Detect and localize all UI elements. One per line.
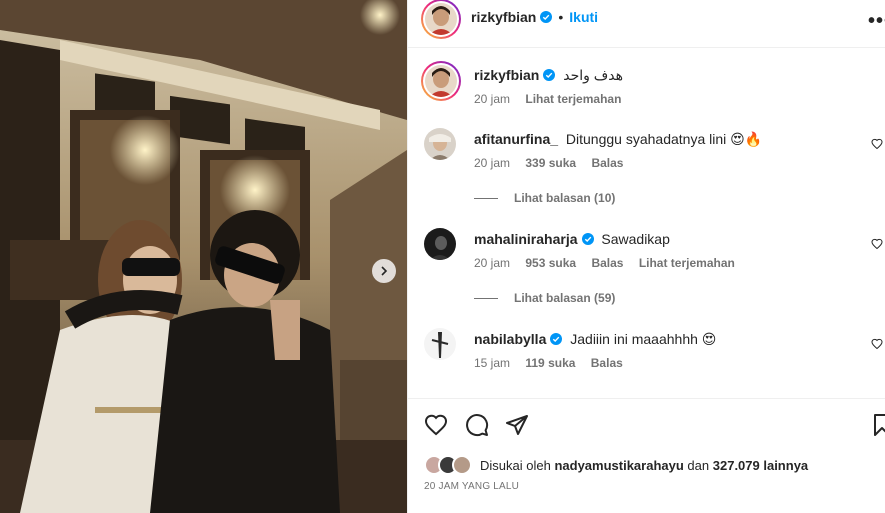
comment-heart-icon[interactable] [871, 138, 883, 150]
separator-dot: • [558, 9, 564, 25]
caption-text: هدف واحد [563, 67, 624, 83]
comment-time[interactable]: 20 jam [474, 156, 510, 170]
comment-time[interactable]: 20 jam [474, 256, 510, 270]
comment-text: Sawadikap [601, 231, 670, 247]
replies-label[interactable]: Lihat balasan (59) [514, 291, 615, 305]
replies-label[interactable]: Lihat balasan (10) [514, 191, 615, 205]
more-horizontal-icon[interactable]: ••• [868, 10, 885, 33]
comment-username[interactable]: nabilabylla [474, 331, 546, 347]
comment-avatar[interactable] [424, 328, 456, 360]
post-time[interactable]: 20 JAM YANG LALU [424, 481, 519, 492]
verified-icon [543, 69, 556, 81]
verified-icon [540, 11, 553, 23]
likes-summary: Disukai oleh nadyamustikarahayu dan 327.… [424, 455, 808, 475]
verified-icon [550, 333, 563, 345]
comment-icon[interactable] [465, 413, 489, 437]
replies-divider [474, 297, 498, 299]
comment-avatar[interactable] [424, 228, 456, 260]
post-photo [0, 0, 407, 513]
reply-button[interactable]: Balas [591, 156, 623, 170]
comment-heart-icon[interactable] [871, 238, 883, 250]
comment-likes[interactable]: 953 suka [525, 256, 576, 270]
post-header: rizkyfbian • Ikuti ••• [408, 0, 885, 48]
comment-time[interactable]: 15 jam [474, 356, 510, 370]
verified-icon [581, 233, 594, 245]
view-replies-button[interactable]: Lihat balasan (59) [474, 291, 615, 305]
comment-emoji: 😍🔥 [730, 132, 763, 148]
comment-emoji: 😍 [701, 332, 717, 348]
likes-user-link[interactable]: nadyamustikarahayu [554, 458, 683, 473]
comment-translate-link[interactable]: Lihat terjemahan [639, 256, 735, 270]
likes-prefix: Disukai oleh [480, 457, 551, 473]
caption-time[interactable]: 20 jam [474, 92, 510, 106]
comment-likes[interactable]: 339 suka [525, 156, 576, 170]
chevron-right-icon [381, 266, 388, 276]
comment-likes[interactable]: 119 suka [525, 356, 575, 370]
author-avatar[interactable] [421, 0, 461, 39]
post-detail-panel: rizkyfbian • Ikuti ••• rizkyfbian هدف وا… [407, 0, 885, 513]
bookmark-icon[interactable] [870, 413, 885, 437]
comment-heart-icon[interactable] [871, 338, 883, 350]
replies-divider [474, 197, 498, 199]
comment-text: Ditunggu syahadatnya lini [565, 131, 727, 147]
likes-middle: dan [687, 457, 710, 473]
comment-username[interactable]: mahaliniraharja [474, 231, 578, 247]
heart-icon[interactable] [424, 413, 448, 437]
likes-count-link[interactable]: 327.079 lainnya [713, 458, 808, 473]
comment-username[interactable]: afitanurfina_ [474, 131, 558, 147]
author-username[interactable]: rizkyfbian [471, 9, 536, 25]
caption-username[interactable]: rizkyfbian [474, 67, 539, 83]
post-image [0, 0, 407, 513]
liker-avatar [452, 455, 472, 475]
follow-button[interactable]: Ikuti [569, 9, 598, 25]
view-replies-button[interactable]: Lihat balasan (10) [474, 191, 615, 205]
comment-avatar[interactable] [424, 128, 456, 160]
reply-button[interactable]: Balas [591, 356, 623, 370]
comment-text: Jadiiin ini maaahhhh [570, 331, 698, 347]
liker-avatars[interactable] [424, 455, 476, 475]
next-photo-button[interactable] [372, 259, 396, 283]
caption-avatar[interactable] [421, 61, 461, 101]
caption-translate-link[interactable]: Lihat terjemahan [525, 92, 621, 106]
send-icon[interactable] [505, 413, 529, 437]
action-bar [408, 398, 885, 450]
reply-button[interactable]: Balas [591, 256, 623, 270]
